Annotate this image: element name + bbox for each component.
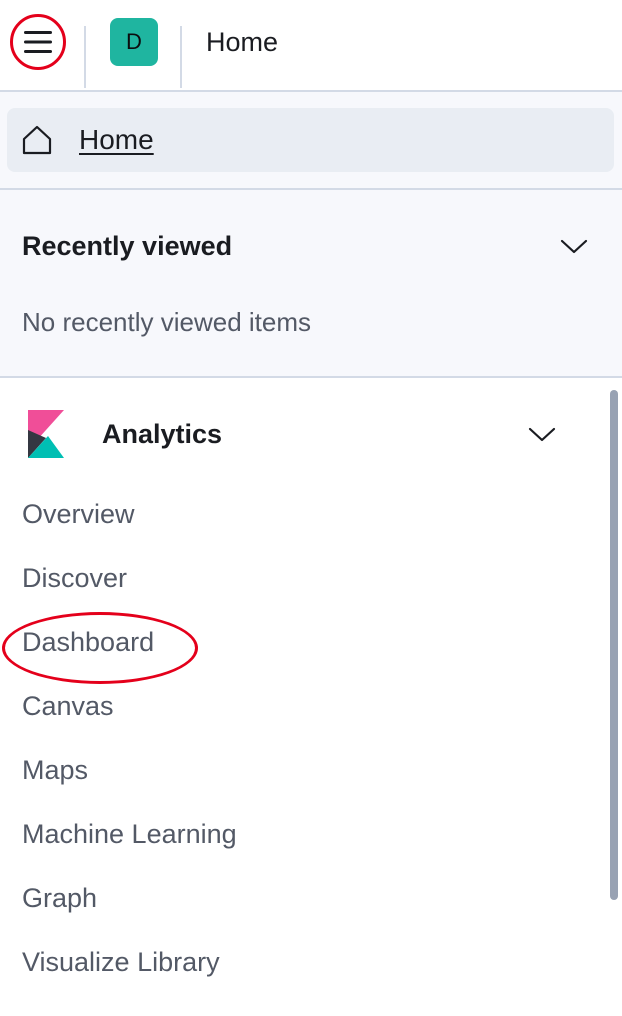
- nav-item-visualize-library[interactable]: Visualize Library: [0, 934, 600, 998]
- home-link[interactable]: Home: [7, 108, 614, 172]
- nav-item-label: Visualize Library: [22, 947, 220, 977]
- kibana-logo-icon: [28, 410, 64, 458]
- annotation-circle: [10, 14, 66, 70]
- recently-viewed-toggle[interactable]: Recently viewed: [0, 190, 622, 300]
- header-divider: [84, 26, 86, 88]
- recently-viewed-title: Recently viewed: [22, 231, 233, 261]
- nav-item-machine-learning[interactable]: Machine Learning: [0, 806, 600, 870]
- recently-viewed-section: Recently viewed No recently viewed items: [0, 190, 622, 378]
- analytics-section: Analytics Overview Discover Dashboard Ca…: [0, 378, 622, 1016]
- nav-scrollbar[interactable]: [610, 390, 618, 900]
- nav-item-label: Discover: [22, 563, 128, 593]
- nav-item-maps[interactable]: Maps: [0, 742, 600, 806]
- recently-viewed-empty-message: No recently viewed items: [22, 307, 311, 337]
- nav-item-label: Canvas: [22, 691, 114, 721]
- nav-item-discover[interactable]: Discover: [0, 550, 600, 614]
- home-icon: [22, 125, 52, 155]
- chevron-down-icon: [528, 427, 556, 442]
- nav-item-dashboard[interactable]: Dashboard: [0, 612, 600, 684]
- page-title: Home: [206, 27, 279, 57]
- top-header: D Home: [0, 0, 622, 92]
- nav-item-graph[interactable]: Graph: [0, 870, 600, 934]
- nav-item-label: Overview: [22, 499, 135, 529]
- analytics-title: Analytics: [102, 419, 223, 449]
- nav-item-label: Dashboard: [22, 627, 155, 657]
- nav-item-label: Machine Learning: [22, 819, 237, 849]
- nav-item-label: Maps: [22, 755, 89, 785]
- nav-item-canvas[interactable]: Canvas: [0, 678, 600, 742]
- space-avatar[interactable]: D: [110, 18, 158, 66]
- analytics-group-toggle[interactable]: Analytics: [0, 398, 600, 470]
- nav-item-label: Graph: [22, 883, 98, 913]
- analytics-nav-list: Overview Discover Dashboard Canvas Maps …: [0, 486, 600, 998]
- home-link-label: Home: [79, 124, 154, 155]
- chevron-down-icon: [560, 239, 588, 254]
- home-section: Home: [0, 92, 622, 190]
- menu-toggle-button[interactable]: [10, 14, 66, 70]
- header-divider: [180, 26, 182, 88]
- nav-item-overview[interactable]: Overview: [0, 486, 600, 550]
- space-avatar-letter: D: [126, 29, 142, 54]
